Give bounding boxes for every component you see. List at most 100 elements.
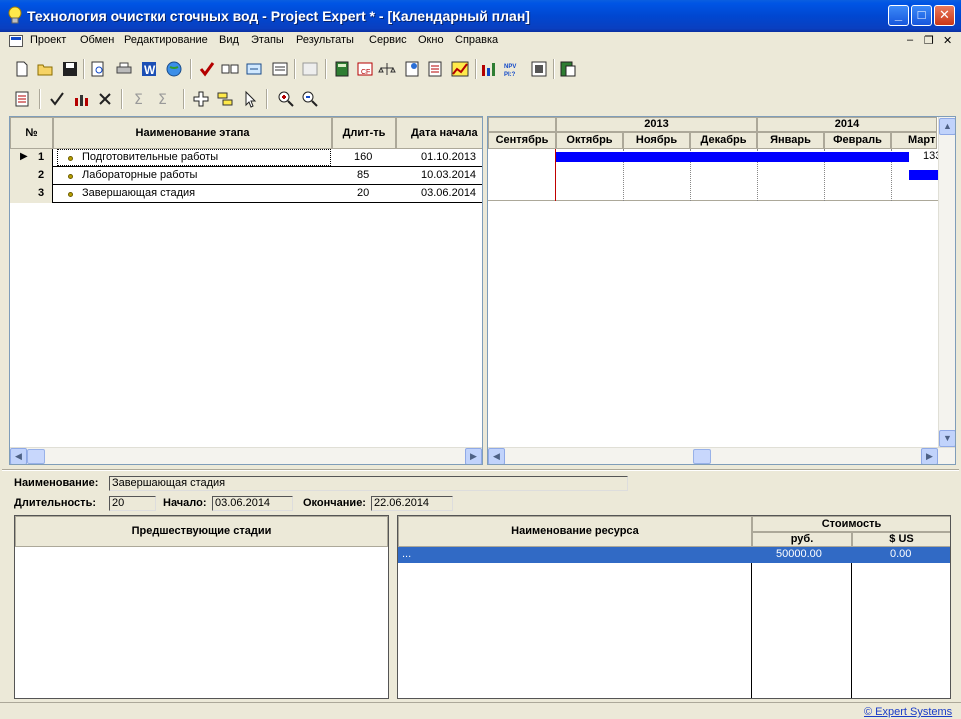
apply-checkmark-icon[interactable] — [48, 90, 66, 108]
menu-results[interactable]: Результаты — [296, 34, 354, 46]
resource-rub[interactable]: 50000.00 — [776, 548, 822, 560]
stage-name[interactable]: Завершающая стадия — [82, 187, 195, 199]
copyright-link[interactable]: © Expert Systems — [864, 706, 952, 718]
stage-duration[interactable]: 160 — [354, 151, 372, 163]
lightbulb-icon — [8, 6, 22, 24]
predecessors-header: Предшествующие стадии — [15, 516, 388, 547]
stage-start[interactable]: 10.03.2014 — [421, 169, 476, 181]
resource-usd[interactable]: 0.00 — [890, 548, 911, 560]
export-data-icon[interactable] — [559, 60, 577, 78]
print-icon[interactable] — [115, 60, 133, 78]
sum-down-icon[interactable]: Σ — [155, 90, 173, 108]
close-button[interactable]: ✕ — [934, 5, 955, 26]
year-2013-header: 2013 — [556, 117, 757, 132]
mdi-minimize-icon[interactable]: – — [907, 34, 913, 46]
refresh-icon[interactable] — [245, 60, 263, 78]
balance-icon[interactable] — [378, 60, 396, 78]
maximize-button[interactable]: □ — [911, 5, 932, 26]
table-row[interactable]: 3 Завершающая стадия 20 03.06.2014 — [10, 185, 482, 203]
npv-pi-icon[interactable]: NPV PI:? — [504, 60, 522, 78]
svg-text:NPV: NPV — [504, 64, 516, 70]
stage-start[interactable]: 01.10.2013 — [421, 151, 476, 163]
cash-flow-icon[interactable]: CF — [356, 60, 374, 78]
word-export-icon[interactable]: W — [140, 60, 158, 78]
row-pointer-icon: ▶ — [20, 151, 28, 162]
gantt-vertical-scrollbar[interactable]: ▲ ▼ — [938, 117, 955, 447]
table-row[interactable]: ▶ 1 Подготовительные работы 160 01.10.20… — [10, 149, 482, 167]
zoom-in-icon[interactable] — [277, 90, 295, 108]
col-num-header[interactable]: № — [10, 117, 53, 149]
scroll-left-icon[interactable]: ◀ — [488, 448, 505, 464]
scroll-right-icon[interactable]: ▶ — [921, 448, 938, 464]
indicators-icon[interactable] — [530, 60, 548, 78]
stage-start[interactable]: 03.06.2014 — [421, 187, 476, 199]
svg-text:PI:?: PI:? — [504, 72, 516, 78]
document-icon[interactable] — [9, 35, 23, 47]
chart-icon[interactable] — [451, 60, 469, 78]
stage-duration[interactable]: 85 — [357, 169, 369, 181]
table-chart-icon[interactable] — [481, 60, 499, 78]
rub-header: руб. — [752, 532, 852, 547]
report-icon[interactable] — [426, 60, 444, 78]
mdi-restore-icon[interactable]: ❐ — [924, 34, 934, 47]
menu-exchange[interactable]: Обмен — [80, 34, 114, 46]
checkmark-icon[interactable] — [198, 60, 216, 78]
minimize-button[interactable]: _ — [888, 5, 909, 26]
scroll-thumb[interactable] — [27, 449, 45, 464]
compare-icon[interactable] — [221, 60, 239, 78]
row-number: 1 — [38, 151, 45, 163]
profit-icon[interactable] — [403, 60, 421, 78]
scroll-up-icon[interactable]: ▲ — [939, 118, 955, 135]
sum-up-icon[interactable]: Σ — [131, 90, 149, 108]
resource-name[interactable]: ... — [402, 548, 411, 560]
menu-window[interactable]: Окно — [418, 34, 444, 46]
title-bar[interactable]: Технология очистки сточных вод - Project… — [0, 0, 961, 32]
mdi-close-icon[interactable]: ✕ — [943, 34, 952, 47]
menu-view[interactable]: Вид — [219, 34, 239, 46]
gantt-bar-stage-2[interactable] — [909, 170, 938, 180]
name-field[interactable]: Завершающая стадия — [109, 476, 628, 491]
properties-icon[interactable] — [271, 60, 289, 78]
menu-stages[interactable]: Этапы — [251, 34, 284, 46]
stage-duration[interactable]: 20 — [357, 187, 369, 199]
calculator-icon[interactable] — [333, 60, 351, 78]
scroll-down-icon[interactable]: ▼ — [939, 430, 955, 447]
predecessors-pane: Предшествующие стадии — [14, 515, 389, 699]
zoom-out-icon[interactable] — [301, 90, 319, 108]
menu-help[interactable]: Справка — [455, 34, 498, 46]
col-duration-header[interactable]: Длит-ть — [332, 117, 396, 149]
table-row[interactable]: 2 Лабораторные работы 85 10.03.2014 — [10, 167, 482, 185]
end-date-field[interactable]: 22.06.2014 — [371, 496, 453, 511]
start-date-field[interactable]: 03.06.2014 — [212, 496, 293, 511]
month-header: Февраль — [824, 132, 891, 149]
gantt-bar-stage-1[interactable] — [556, 152, 909, 162]
menu-project[interactable]: Проект — [30, 34, 66, 46]
scroll-right-icon[interactable]: ▶ — [465, 448, 482, 464]
stage-list-icon[interactable] — [13, 90, 31, 108]
internet-export-icon[interactable] — [165, 60, 183, 78]
duration-field[interactable]: 20 — [109, 496, 156, 511]
col-start-header[interactable]: Дата начала — [396, 117, 482, 149]
print-preview-icon[interactable] — [89, 60, 107, 78]
save-icon[interactable] — [61, 60, 79, 78]
gantt-horizontal-scrollbar[interactable]: ◀ ▶ — [488, 447, 955, 464]
stage-name[interactable]: Лабораторные работы — [82, 169, 197, 181]
menu-service[interactable]: Сервис — [369, 34, 407, 46]
scroll-thumb[interactable] — [693, 449, 711, 464]
new-document-icon[interactable] — [13, 60, 31, 78]
table-row[interactable]: ... 50000.00 0.00 — [398, 547, 950, 563]
resources-icon[interactable] — [73, 90, 91, 108]
delete-icon[interactable] — [96, 90, 114, 108]
resources-pane: Наименование ресурса Стоимость руб. $ US… — [397, 515, 951, 699]
menu-edit[interactable]: Редактирование — [124, 34, 208, 46]
stage-name[interactable]: Подготовительные работы — [82, 151, 218, 163]
add-substage-icon[interactable] — [216, 90, 234, 108]
cost-header: Стоимость — [752, 516, 950, 532]
pointer-icon[interactable] — [241, 90, 259, 108]
scroll-left-icon[interactable]: ◀ — [10, 448, 27, 464]
col-name-header[interactable]: Наименование этапа — [53, 117, 332, 149]
add-stage-icon[interactable] — [192, 90, 210, 108]
open-folder-icon[interactable] — [36, 60, 54, 78]
stages-horizontal-scrollbar[interactable]: ◀ ▶ — [10, 447, 482, 464]
notepad-icon[interactable] — [301, 60, 319, 78]
